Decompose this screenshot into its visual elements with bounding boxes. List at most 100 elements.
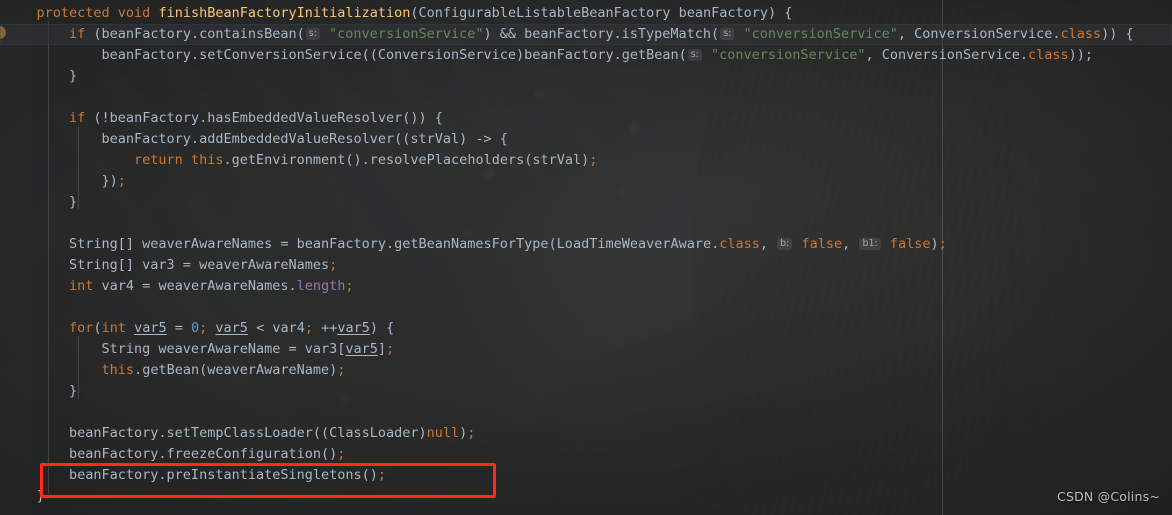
code-token: .getEnvironment().resolvePlaceholders(st…: [223, 152, 590, 168]
code-token: class: [1060, 26, 1102, 42]
code-token: "conversionService": [329, 26, 484, 42]
code-line[interactable]: int var4 = weaverAwareNames.length;: [0, 276, 1172, 297]
code-line[interactable]: beanFactory.preInstantiateSingletons();: [0, 465, 1172, 486]
parameter-hint-chip: s:: [720, 28, 735, 40]
code-token: .getBean(weaverAwareName): [134, 362, 338, 378]
code-token: }: [4, 383, 78, 399]
code-line[interactable]: beanFactory.addEmbeddedValueResolver((st…: [0, 129, 1172, 150]
code-line[interactable]: [0, 87, 1172, 108]
code-line[interactable]: String weaverAwareName = var3[var5];: [0, 339, 1172, 360]
code-token: beanFactory.preInstantiateSingletons(): [4, 467, 378, 483]
code-line[interactable]: this.getBean(weaverAwareName);: [0, 360, 1172, 381]
code-token: ;: [386, 341, 395, 357]
code-token: null: [426, 425, 460, 441]
code-token: String[] var3 = weaverAwareNames: [4, 257, 330, 273]
code-token: var5: [134, 320, 167, 336]
code-token: 0: [191, 320, 200, 336]
code-token: finishBeanFactoryInitialization: [158, 5, 411, 21]
code-token: var5: [345, 341, 378, 357]
code-line[interactable]: }: [0, 192, 1172, 213]
code-token: ;: [377, 467, 387, 483]
code-line[interactable]: for(int var5 = 0; var5 < var4; ++var5) {: [0, 318, 1172, 339]
code-text-area[interactable]: protected void finishBeanFactoryInitiali…: [0, 0, 1172, 515]
code-token: ): [930, 236, 939, 252]
code-editor-window: protected void finishBeanFactoryInitiali…: [0, 0, 1172, 515]
code-token: , ConversionService.: [897, 26, 1061, 42]
code-token: ;: [938, 236, 947, 252]
code-token: if: [69, 26, 86, 42]
code-line[interactable]: }: [0, 66, 1172, 87]
code-token: class: [1028, 47, 1069, 63]
code-token: var5: [337, 320, 370, 336]
code-token: length: [296, 278, 346, 294]
code-token: "conversionService": [711, 47, 866, 63]
code-token: (beanFactory.containsBean(: [85, 26, 305, 42]
code-token: ) && beanFactory.isTypeMatch(: [483, 26, 720, 42]
code-token: ;: [345, 278, 354, 294]
code-token: int: [101, 320, 126, 336]
code-token: beanFactory.setTempClassLoader((ClassLoa…: [4, 425, 427, 441]
code-line[interactable]: }: [0, 381, 1172, 402]
code-token: }: [4, 194, 78, 210]
code-token: (: [93, 320, 102, 336]
code-token: if: [69, 110, 86, 126]
parameter-hint-chip: s:: [305, 28, 320, 40]
code-token: beanFactory.setConversionService((Conver…: [4, 47, 687, 63]
code-token: ;: [589, 152, 598, 168]
code-line[interactable]: if (!beanFactory.hasEmbeddedValueResolve…: [0, 108, 1172, 129]
code-line[interactable]: String[] weaverAwareNames = beanFactory.…: [0, 234, 1172, 255]
code-token: (!beanFactory.hasEmbeddedValueResolver()…: [85, 110, 443, 126]
code-token: false: [889, 236, 931, 252]
code-line[interactable]: protected void finishBeanFactoryInitiali…: [0, 3, 1172, 24]
code-token: =: [166, 320, 191, 336]
code-token: ,: [759, 236, 777, 252]
code-token: false: [801, 236, 843, 252]
code-token: protected void: [36, 5, 159, 21]
code-token: ;: [329, 257, 338, 273]
code-token: )) {: [1101, 26, 1134, 42]
code-line[interactable]: }: [0, 486, 1172, 507]
code-line[interactable]: return this.getEnvironment().resolvePlac…: [0, 150, 1172, 171]
code-line[interactable]: beanFactory.setConversionService((Conver…: [0, 45, 1172, 66]
code-line[interactable]: if (beanFactory.containsBean(s: "convers…: [0, 24, 1172, 45]
code-token: ;: [304, 320, 313, 336]
code-line[interactable]: [0, 213, 1172, 234]
parameter-hint-chip: b:: [777, 238, 793, 250]
code-token: ;: [117, 173, 126, 189]
code-line[interactable]: String[] var3 = weaverAwareNames;: [0, 255, 1172, 276]
code-token: String weaverAwareName = var3[: [4, 341, 346, 357]
code-token: (ConfigurableListableBeanFactory beanFac…: [410, 5, 793, 21]
code-line[interactable]: beanFactory.setTempClassLoader((ClassLoa…: [0, 423, 1172, 444]
code-token: var5: [215, 320, 248, 336]
parameter-hint-chip: s:: [687, 49, 702, 61]
code-token: }): [4, 173, 118, 189]
code-token: ;: [337, 446, 346, 462]
code-line[interactable]: [0, 297, 1172, 318]
code-line[interactable]: [0, 402, 1172, 423]
code-token: ;: [337, 362, 346, 378]
code-token: < var4: [247, 320, 305, 336]
code-token: this: [101, 362, 135, 378]
code-token: int: [69, 278, 94, 294]
code-line[interactable]: beanFactory.freezeConfiguration();: [0, 444, 1172, 465]
watermark-label: CSDN @Colins~: [1057, 489, 1160, 504]
code-token: return: [134, 152, 183, 168]
code-token: beanFactory.freezeConfiguration(): [4, 446, 338, 462]
code-token: ;: [467, 425, 476, 441]
code-token: , ConversionService.: [865, 47, 1029, 63]
parameter-hint-chip: b1:: [859, 238, 881, 250]
code-token: ) {: [369, 320, 395, 336]
code-line[interactable]: });: [0, 171, 1172, 192]
